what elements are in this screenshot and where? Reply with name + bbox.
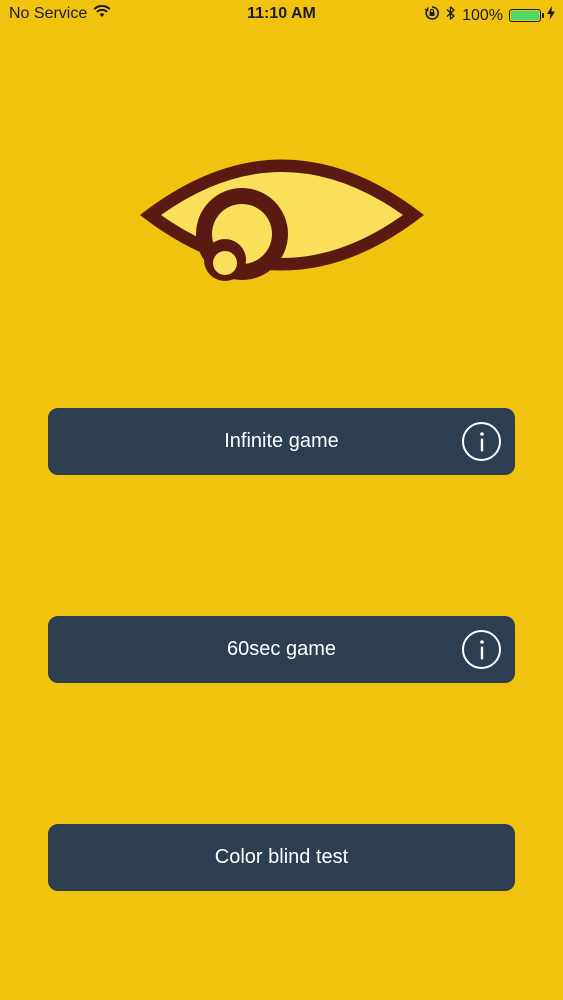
charging-bolt-icon: [547, 6, 555, 25]
battery-percent: 100%: [462, 6, 503, 24]
battery-icon: [509, 9, 544, 22]
sixty-sec-game-button[interactable]: 60sec game: [48, 616, 515, 683]
info-icon[interactable]: [462, 422, 501, 461]
sixty-sec-game-label: 60sec game: [227, 638, 336, 660]
status-bar-right: 100%: [424, 5, 555, 26]
color-blind-test-button[interactable]: Color blind test: [48, 824, 515, 891]
info-icon[interactable]: [462, 630, 501, 669]
orientation-lock-icon: [424, 5, 440, 26]
status-bar: No Service 11:10 AM 100%: [0, 0, 563, 30]
battery-cap: [542, 13, 544, 18]
color-blind-test-label: Color blind test: [214, 846, 349, 868]
eye-logo-icon: [130, 134, 434, 300]
bluetooth-icon: [446, 5, 456, 26]
battery-fill: [511, 11, 539, 20]
infinite-game-label: Infinite game: [224, 430, 339, 452]
infinite-game-button[interactable]: Infinite game: [48, 408, 515, 475]
